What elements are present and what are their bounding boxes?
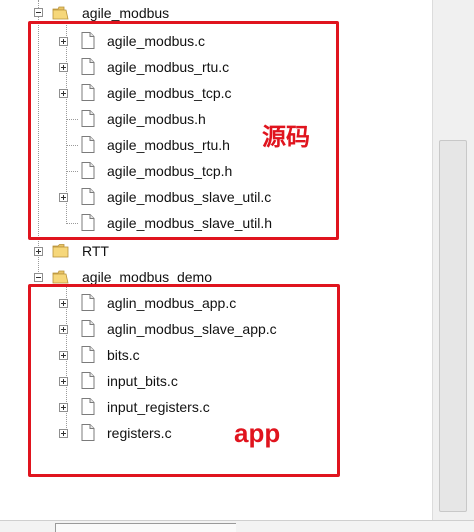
tree-folder-label: RTT [82,243,109,259]
app-highlight-box [28,284,340,477]
collapse-icon[interactable] [34,8,43,17]
folder-open-icon [52,6,69,20]
expand-icon[interactable] [34,247,43,256]
vertical-scrollbar[interactable] [432,0,474,520]
folder-open-icon [52,270,69,284]
collapse-icon[interactable] [34,273,43,282]
scrollbar-thumb[interactable] [439,140,467,512]
tree-folder-rtt[interactable]: RTT [30,238,150,264]
app-annotation: app [234,418,281,448]
tree-folder-label: agile_modbus [82,5,170,21]
source-annotation: 源码 [262,124,310,151]
folder-icon [52,244,69,258]
